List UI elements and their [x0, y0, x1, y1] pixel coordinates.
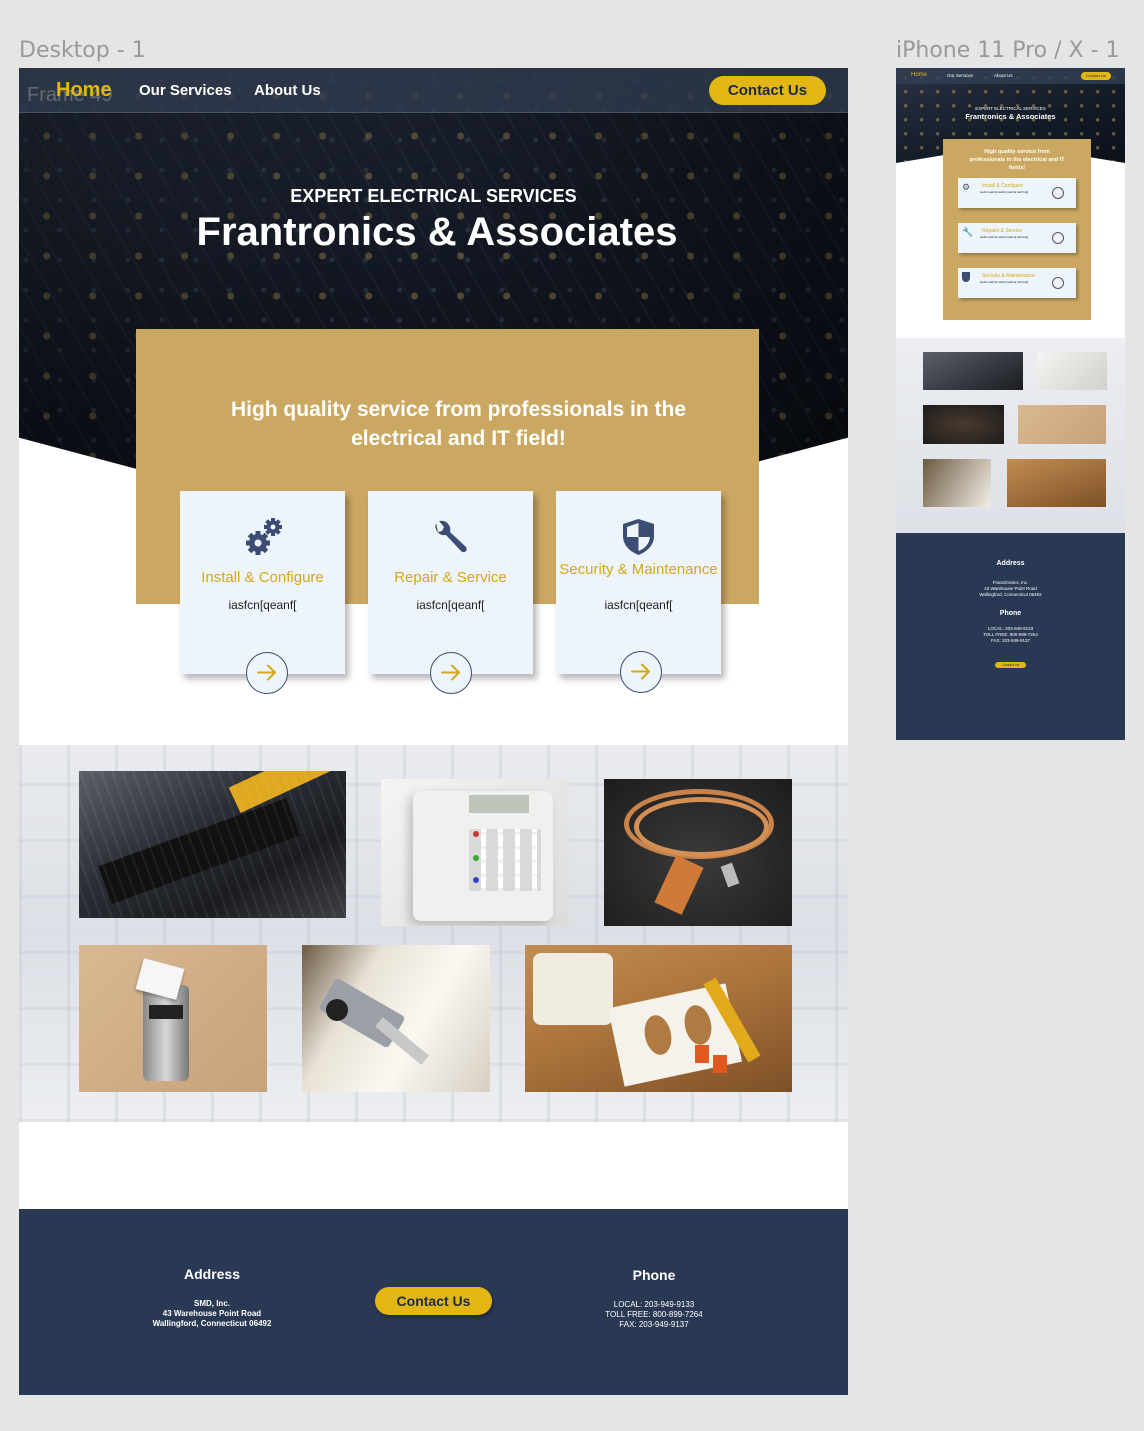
motherboard-photo [79, 771, 346, 918]
footer-contact-button[interactable]: Contact Us [375, 1287, 492, 1315]
arrow-right-icon[interactable] [246, 652, 288, 694]
shield-icon [556, 519, 721, 559]
mobile-phone-line: FAX: 203-949-9137 [990, 638, 1031, 643]
phone-line: FAX: 203-949-9137 [619, 1320, 689, 1329]
gears-icon: ⚙ [962, 182, 971, 192]
card-title: Install & Configure [201, 569, 324, 586]
mobile-nav-contact-button[interactable]: Contact Us [1081, 72, 1111, 80]
mobile-card-desc: iasfcn iasfcn[ iasfcn[ iasfcn[ iasf bsij… [980, 280, 1029, 284]
top-nav: Frame 49 Home Our Services About Us Cont… [19, 68, 848, 113]
card-title: Security & Maintenance [559, 561, 718, 578]
arrow-right-icon[interactable] [430, 652, 472, 694]
mobile-card-desc: iasfcn iasfcn[ iasfcn[ iasfcn[ iasf bsij… [980, 235, 1029, 239]
address-heading: Address [183, 1266, 241, 1282]
hero-subtitle: EXPERT ELECTRICAL SERVICES [290, 186, 577, 206]
mobile-address-line: 43 Warehouse Point Road [984, 586, 1037, 591]
mobile-hero-title: Frantronics & Associates [965, 112, 1056, 121]
outlet-wiring-photo [1007, 459, 1106, 507]
arrow-right-icon[interactable] [620, 651, 662, 693]
mobile-phone-line: LOCAL: 203-949-9133 [987, 626, 1034, 631]
card-title: Repair & Service [394, 569, 507, 586]
gears-icon [180, 517, 345, 557]
cable-photo [604, 779, 792, 926]
card-description: iasfcn[qeanf[ [604, 598, 673, 612]
phone-line: TOLL FREE: 800-899-7264 [605, 1310, 703, 1319]
address-line: SMD, Inc. [193, 1299, 230, 1308]
address-line: Wallingford, Connecticut 06492 [152, 1319, 272, 1328]
mobile-banner-text: High quality service from professionals … [969, 149, 1065, 171]
wrench-icon [368, 517, 533, 557]
mobile-phone-line: TOLL FREE: 800-899-7264 [983, 632, 1038, 637]
mobile-card-install[interactable]: ⚙ Install & Configure iasfcn iasfcn[ ias… [958, 178, 1076, 208]
mobile-footer: Address Francitronics, Inc. 43 Warehouse… [896, 533, 1125, 740]
motherboard-photo [923, 352, 1023, 390]
mobile-nav-home[interactable]: Home [911, 72, 927, 78]
address-line: 43 Warehouse Point Road [162, 1309, 262, 1318]
mobile-photo-gallery [896, 338, 1125, 533]
mobile-nav-about[interactable]: About Us [994, 73, 1013, 78]
mobile-card-desc: iasfcn iasfcn[ iasfcn[ iasfcn[ iasf bsij… [980, 190, 1029, 194]
security-camera-photo [923, 459, 991, 507]
footer: Address SMD, Inc. 43 Warehouse Point Roa… [19, 1209, 848, 1395]
card-description: iasfcn[qeanf[ [228, 598, 297, 612]
photo-gallery [19, 745, 848, 1122]
service-card-install[interactable]: Install & Configure iasfcn[qeanf[ [180, 491, 345, 674]
nav-services-link[interactable]: Our Services [139, 82, 232, 99]
hero-title: Frantronics & Associates [196, 210, 678, 254]
mobile-hero-subtitle: EXPERT ELECTRICAL SERVICES [975, 106, 1046, 111]
mobile-card-security[interactable]: Security & Maintenance iasfcn iasfcn[ ia… [958, 268, 1076, 298]
card-description: iasfcn[qeanf[ [416, 598, 485, 612]
mobile-address-heading: Address [996, 560, 1025, 567]
cable-photo [923, 405, 1004, 444]
arrow-right-icon[interactable] [1052, 277, 1064, 289]
mobile-card-title: Repairs & Service [982, 228, 1023, 234]
keycard-lock-photo [79, 945, 267, 1092]
mobile-frame-label: iPhone 11 Pro / X - 1 [896, 38, 1120, 63]
banner-text: High quality service from professionals … [230, 398, 687, 450]
mobile-nav: Home Our Services About Us Contact Us [896, 68, 1125, 84]
nav-about-link[interactable]: About Us [254, 82, 321, 99]
outlet-wiring-photo [525, 945, 792, 1092]
mobile-address-line: Wallingford, Connecticut 06492 [979, 592, 1042, 597]
mobile-address-line: Francitronics, Inc. [992, 580, 1029, 585]
phone-line: LOCAL: 203-949-9133 [613, 1300, 695, 1309]
mobile-frame: Home Our Services About Us Contact Us EX… [896, 68, 1125, 740]
arrow-right-icon[interactable] [1052, 187, 1064, 199]
nav-contact-button[interactable]: Contact Us [709, 76, 826, 105]
wrench-icon: 🔧 [962, 227, 974, 237]
keycard-lock-photo [1018, 405, 1106, 444]
mobile-nav-services[interactable]: Our Services [947, 73, 973, 78]
security-camera-photo [302, 945, 490, 1092]
mobile-card-title: Install & Configure [982, 183, 1023, 189]
arrow-right-icon[interactable] [1052, 232, 1064, 244]
service-card-security[interactable]: Security & Maintenance iasfcn[qeanf[ [556, 491, 721, 674]
alarm-keypad-photo [1037, 352, 1107, 390]
desktop-frame: Frame 49 Home Our Services About Us Cont… [19, 68, 848, 1395]
alarm-keypad-photo [381, 779, 569, 926]
mobile-card-title: Security & Maintenance [982, 273, 1035, 279]
desktop-frame-label: Desktop - 1 [19, 38, 146, 63]
mobile-phone-heading: Phone [999, 610, 1022, 617]
mobile-footer-contact-button[interactable]: Contact Us [995, 662, 1026, 668]
mobile-card-repair[interactable]: 🔧 Repairs & Service iasfcn iasfcn[ iasfc… [958, 223, 1076, 253]
service-card-repair[interactable]: Repair & Service iasfcn[qeanf[ [368, 491, 533, 674]
shield-icon [962, 272, 970, 282]
phone-heading: Phone [632, 1267, 676, 1283]
nav-home-link[interactable]: Home [56, 79, 112, 102]
